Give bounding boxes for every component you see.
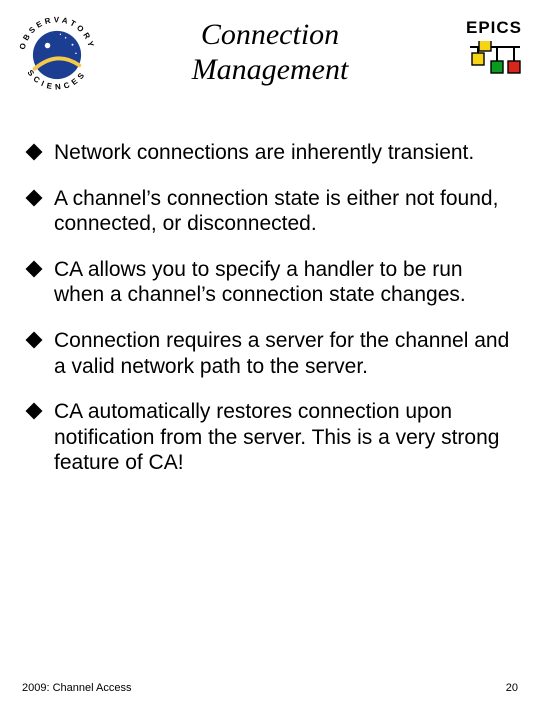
bullet-list: Network connections are inherently trans… bbox=[28, 140, 516, 496]
bullet-text: Connection requires a server for the cha… bbox=[54, 328, 516, 379]
slide-title: Connection Management bbox=[120, 18, 420, 87]
list-item: Network connections are inherently trans… bbox=[28, 140, 516, 166]
bullet-icon bbox=[26, 332, 43, 349]
bullet-icon bbox=[26, 144, 43, 161]
epics-label: EPICS bbox=[466, 18, 524, 38]
bullet-icon bbox=[26, 189, 43, 206]
list-item: Connection requires a server for the cha… bbox=[28, 328, 516, 379]
slide-footer: 2009: Channel Access 20 bbox=[22, 682, 518, 694]
bullet-text: Network connections are inherently trans… bbox=[54, 140, 474, 166]
bullet-text: A channel’s connection state is either n… bbox=[54, 186, 516, 237]
slide: OBSERVATORY SCIENCES Connection Manageme… bbox=[0, 0, 540, 720]
observatory-sciences-logo: OBSERVATORY SCIENCES bbox=[14, 12, 100, 98]
bullet-text: CA allows you to specify a handler to be… bbox=[54, 257, 516, 308]
slide-header: Connection Management bbox=[120, 18, 420, 87]
title-line-2: Management bbox=[192, 53, 349, 86]
list-item: CA automatically restores connection upo… bbox=[28, 399, 516, 476]
list-item: CA allows you to specify a handler to be… bbox=[28, 257, 516, 308]
list-item: A channel’s connection state is either n… bbox=[28, 186, 516, 237]
bullet-icon bbox=[26, 260, 43, 277]
footer-left: 2009: Channel Access bbox=[22, 682, 131, 694]
bullet-text: CA automatically restores connection upo… bbox=[54, 399, 516, 476]
bullet-icon bbox=[26, 403, 43, 420]
title-line-1: Connection bbox=[201, 18, 339, 51]
epics-block: EPICS bbox=[466, 18, 524, 80]
footer-page-number: 20 bbox=[506, 682, 518, 694]
epics-icon bbox=[466, 41, 524, 80]
